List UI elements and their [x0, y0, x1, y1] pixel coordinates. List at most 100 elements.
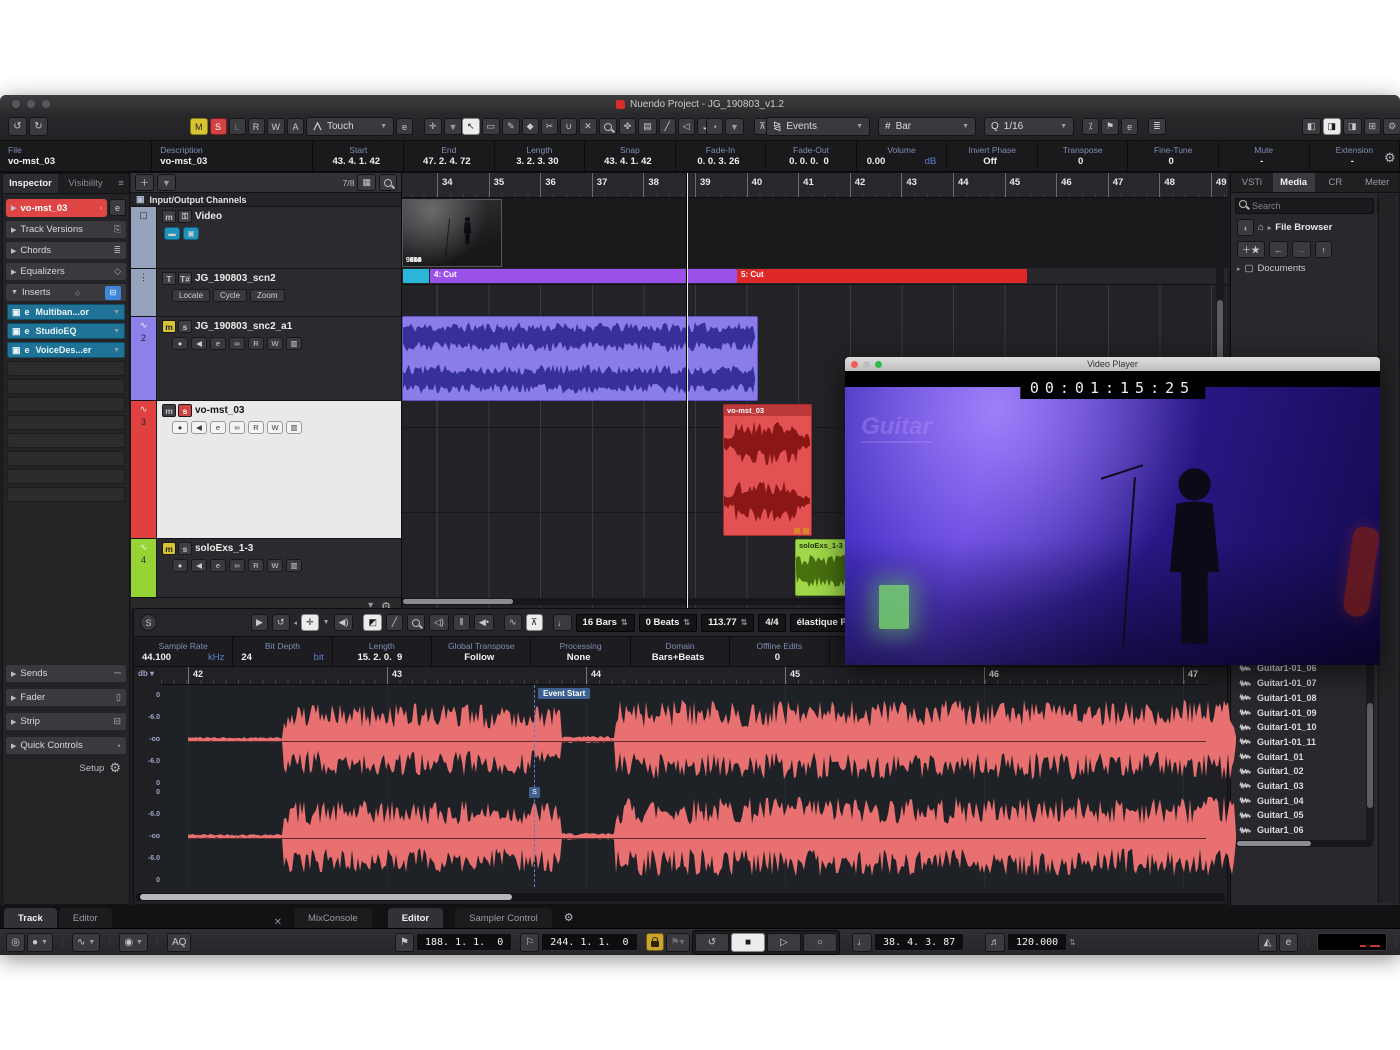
info-field-value[interactable]: 47. 2. 4. 72 — [423, 156, 471, 167]
add-favorite-button[interactable]: ＋★ — [1237, 241, 1265, 258]
insert-edit-icon[interactable]: e — [25, 326, 30, 336]
tab-track[interactable]: Track — [4, 908, 57, 928]
grid-beats-field[interactable]: 0 Beats⇅ — [639, 614, 698, 632]
info-field[interactable]: Description vo-mst_03 — [152, 141, 313, 171]
editor-info-value[interactable]: Bars+Beats — [652, 652, 705, 663]
zoom-icon[interactable] — [42, 100, 50, 108]
tempo-value[interactable]: 120.000 — [1007, 933, 1067, 951]
info-line-setup-gear-icon[interactable]: ⚙ — [1384, 150, 1396, 166]
traffic-lights[interactable] — [12, 100, 50, 108]
track-control-button[interactable]: ● — [172, 559, 188, 572]
add-track-button[interactable]: ＋ — [135, 174, 154, 191]
track-control-button[interactable]: ◀ — [191, 337, 207, 350]
info-field[interactable]: Length 3. 2. 3. 30 — [495, 141, 586, 171]
file-list-item[interactable]: Guitar1-01_10 — [1233, 720, 1369, 735]
automation-letter-button[interactable]: R — [248, 118, 265, 135]
info-field-value[interactable]: 0 — [1169, 156, 1174, 167]
insert-edit-icon[interactable]: e — [25, 307, 30, 317]
video-thumbnails-toggle[interactable]: ▬ — [164, 227, 180, 240]
editor-info-field[interactable]: Domain Bars+Beats — [631, 637, 730, 666]
video-track-name[interactable]: Video — [195, 211, 222, 222]
marker-action-button[interactable]: Cycle — [213, 289, 247, 302]
marker-track-name[interactable]: JG_190803_scn2 — [195, 273, 276, 284]
file-list-item[interactable]: Guitar1_03 — [1233, 779, 1369, 794]
comp-tool[interactable]: ▤ — [638, 118, 657, 135]
section-fader[interactable]: ▶Fader▯ — [6, 689, 126, 706]
track-control-button[interactable]: e — [210, 421, 226, 434]
automation-mode-select[interactable]: Touch▼ — [306, 117, 394, 136]
snap-zero-crossing-icon[interactable]: ∿ — [504, 614, 522, 631]
editor-play-tool[interactable]: ◀• — [474, 614, 494, 631]
marker-locate-icon[interactable]: T — [162, 272, 176, 285]
snc2-track-name[interactable]: JG_190803_snc2_a1 — [195, 321, 292, 332]
search-input[interactable] — [1235, 198, 1374, 214]
iterative-quantize-button[interactable]: ⁒ — [1082, 118, 1099, 135]
marker-track-lane[interactable]: 4: Cut 5: Cut — [402, 268, 1228, 285]
clip-handle[interactable] — [803, 528, 809, 534]
track-control-button[interactable]: W — [267, 337, 283, 350]
editor-autoscroll-button[interactable]: ✛ — [301, 614, 319, 631]
editor-audition-volume-icon[interactable]: ◀) — [334, 614, 354, 631]
info-field-value[interactable]: 0 — [1078, 156, 1083, 167]
info-field-value[interactable]: 0.00 — [867, 156, 886, 167]
file-list-item[interactable]: Guitar1_02 — [1233, 764, 1369, 779]
editor-scrub-tool[interactable]: ◁) — [429, 614, 449, 631]
insert-slot-empty[interactable] — [7, 415, 125, 430]
automation-letter-button[interactable]: A — [287, 118, 304, 135]
info-field-value[interactable]: - — [1351, 156, 1354, 167]
info-field[interactable]: Transpose 0 — [1038, 141, 1129, 171]
waveform-display[interactable] — [161, 685, 1209, 887]
range-selection-tool[interactable]: ▭ — [482, 118, 501, 135]
insert-slot-empty[interactable] — [7, 433, 125, 448]
editor-solo-button[interactable]: S — [140, 614, 157, 631]
editor-info-field[interactable]: Bit Depth 24bit — [233, 637, 332, 666]
vomst-solo-button[interactable]: s — [178, 404, 192, 417]
window-titlebar[interactable]: Nuendo Project - JG_190803_v1.2 — [0, 95, 1400, 113]
snap-point-marker[interactable]: S — [529, 787, 540, 798]
insert-bypass-icon[interactable]: ▣ — [12, 326, 21, 337]
editor-info-value[interactable]: 44.100 — [142, 652, 171, 663]
editor-draw-tool[interactable]: ╱ — [386, 614, 403, 631]
info-field[interactable]: Start 43. 4. 1. 42 — [313, 141, 404, 171]
video-close-icon[interactable] — [851, 361, 858, 368]
file-list-item[interactable]: Guitar1_05 — [1233, 808, 1369, 823]
marker-action-button[interactable]: Zoom — [250, 289, 284, 302]
redo-button[interactable]: ↻ — [29, 117, 48, 136]
tab-visibility[interactable]: Visibility — [58, 174, 113, 193]
auto-quantize-button[interactable]: AQ — [167, 933, 191, 952]
color-menu-button[interactable]: ◔ — [706, 118, 723, 135]
home-icon[interactable]: ⌂ — [1258, 222, 1264, 233]
audio-event-snc2[interactable] — [402, 316, 758, 401]
left-locator-value[interactable]: 188. 1. 1. 0 — [416, 933, 512, 951]
editor-info-value[interactable]: None — [567, 652, 591, 663]
scrub-tool[interactable]: ◁ — [678, 118, 695, 135]
editor-loop-button[interactable]: ↺ — [272, 614, 290, 631]
track-control-button[interactable]: e — [210, 337, 226, 350]
video-minimize-icon[interactable] — [863, 361, 870, 368]
folder-collapse-icon[interactable]: ▸ — [1237, 265, 1241, 273]
section-chords[interactable]: ▶Chords≣ — [6, 242, 126, 259]
track-control-button[interactable]: ◀ — [191, 559, 207, 572]
record-button[interactable]: ○ — [803, 933, 837, 952]
track-edit-button[interactable]: e — [109, 199, 126, 216]
undo-button[interactable]: ↺ — [8, 117, 27, 136]
zone-tabs-gear-icon[interactable]: ⚙ — [564, 911, 574, 924]
track-audio-vomst[interactable]: ∿3 m s vo-mst_03 ●◀e∞RW▥ — [131, 401, 401, 539]
info-field[interactable]: Mute - — [1219, 141, 1310, 171]
snc2-mute-button[interactable]: m — [162, 320, 176, 333]
nav-up-icon[interactable]: ↑ — [1315, 241, 1332, 258]
track-audio-solo[interactable]: ∿4 m s soloExs_1-3 ●◀e∞RW▥ — [131, 539, 401, 598]
track-control-button[interactable]: ● — [172, 337, 188, 350]
marker-action-button[interactable]: Locate — [172, 289, 210, 302]
track-control-button[interactable]: ● — [172, 421, 188, 434]
close-icon[interactable] — [12, 100, 20, 108]
timeline-ruler[interactable]: 34353637383940414243444546474849 — [402, 173, 1228, 198]
info-field-value[interactable]: 43. 4. 1. 42 — [604, 156, 652, 167]
minimize-icon[interactable] — [27, 100, 35, 108]
insert-slot-empty[interactable] — [7, 361, 125, 376]
solo-track-name[interactable]: soloExs_1-3 — [195, 543, 253, 554]
info-field[interactable]: Fade-Out 0. 0. 0. 0 — [766, 141, 857, 171]
section-sends[interactable]: ▶Sends⎓ — [6, 665, 126, 682]
insert-bypass-icon[interactable]: ▣ — [12, 345, 21, 356]
section-inserts[interactable]: ▼Inserts○⊟ — [6, 284, 126, 301]
